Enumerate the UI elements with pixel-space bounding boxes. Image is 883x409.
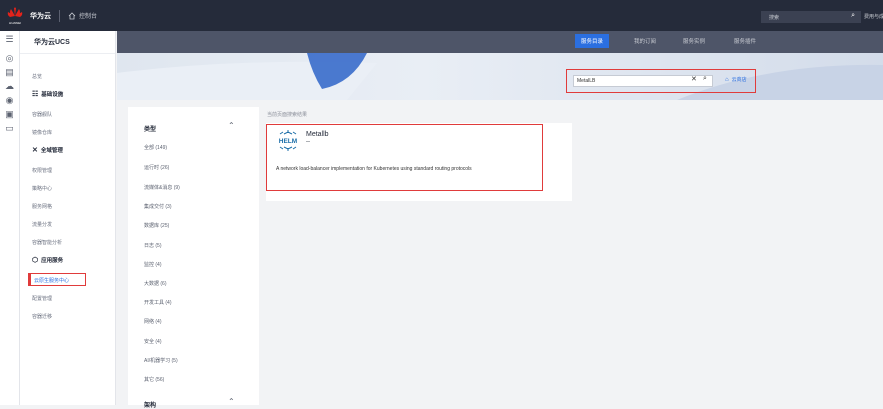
active-indicator bbox=[29, 274, 31, 285]
huawei-logo[interactable]: HUAWEI bbox=[6, 7, 24, 25]
tabs-bar: 服务目录 我的订阅 服务实例 服务插件 bbox=[117, 31, 883, 53]
sidebar-item-config-management[interactable]: 配置管理 bbox=[32, 295, 52, 302]
tab-service-plugins[interactable]: 服务插件 bbox=[734, 37, 756, 45]
tab-service-instances[interactable]: 服务实例 bbox=[683, 37, 705, 45]
sidebar-group-infrastructure[interactable]: ☷ 基础设施 bbox=[32, 90, 63, 98]
service-description: A network load-balancer implementation f… bbox=[276, 166, 472, 172]
sidebar-item-label: 云原生服务中心 bbox=[34, 278, 70, 284]
svg-text:HUAWEI: HUAWEI bbox=[9, 21, 21, 25]
dashboard-icon[interactable]: ◎ bbox=[5, 53, 15, 63]
brand-name[interactable]: 华为云 bbox=[30, 11, 51, 21]
chevron-up-icon[interactable]: ⌃ bbox=[228, 121, 235, 130]
sidebar-group-label: 基础设施 bbox=[41, 92, 64, 98]
filter-option[interactable]: AI/机器学习 (5) bbox=[144, 357, 178, 364]
helm-icon: HELM bbox=[279, 130, 297, 151]
search-value: MetalLB bbox=[577, 78, 596, 84]
filter-option[interactable]: 流媒体&消息 (9) bbox=[144, 184, 180, 191]
cloud-icon[interactable]: ☁ bbox=[5, 81, 15, 91]
document-icon[interactable]: ▤ bbox=[5, 67, 15, 77]
list-icon[interactable]: ▣ bbox=[5, 109, 15, 119]
sidebar-nav: 华为云UCS 总览 ☷ 基础设施 容器舰队 镜像仓库 ✕ 全域管理 权限管理 策… bbox=[20, 31, 116, 405]
banner-decoration bbox=[117, 53, 883, 100]
cross-icon: ✕ bbox=[32, 147, 38, 154]
filter-heading-type: 类型 bbox=[144, 127, 157, 133]
top-bar: HUAWEI 华为云 控制台 搜索 ⌕ 费用与成本 bbox=[0, 0, 883, 31]
service-subtitle: -- bbox=[306, 139, 310, 145]
filter-option[interactable]: 全部 (149) bbox=[144, 144, 167, 151]
hexagon-icon: ⬡ bbox=[32, 257, 39, 264]
sidebar-item-traffic[interactable]: 流量分发 bbox=[32, 221, 52, 228]
monitor-icon[interactable]: ▭ bbox=[5, 123, 15, 133]
filter-option[interactable]: 大数据 (6) bbox=[144, 280, 167, 287]
sidebar-item-fleet[interactable]: 容器舰队 bbox=[32, 111, 52, 118]
sidebar-item-container-insights[interactable]: 容器智能分析 bbox=[32, 239, 62, 246]
icon-rail: ☰ ◎ ▤ ☁ ◉ ▣ ▭ bbox=[0, 31, 20, 405]
filter-option[interactable]: 网络 (4) bbox=[144, 318, 162, 325]
sidebar-title: 华为云UCS bbox=[20, 31, 115, 54]
store-icon: ⌂ bbox=[725, 76, 729, 83]
search-icon[interactable]: ⌕ bbox=[851, 12, 855, 20]
clear-icon[interactable]: ✕ bbox=[691, 75, 697, 83]
home-icon bbox=[68, 11, 76, 19]
sidebar-item-service-mesh[interactable]: 服务网格 bbox=[32, 203, 52, 210]
category-filter-panel: 类型 ⌃ 全部 (149) 运行时 (26) 流媒体&消息 (9) 集成交付 (… bbox=[128, 107, 259, 409]
sidebar-group-label: 应用服务 bbox=[41, 258, 64, 264]
search-banner: MetalLB ✕ ⌕ ⌂ 云商店 bbox=[117, 53, 883, 100]
search-icon[interactable]: ⌕ bbox=[703, 75, 707, 83]
console-label: 控制台 bbox=[79, 14, 98, 20]
tab-my-subscriptions[interactable]: 我的订阅 bbox=[634, 37, 656, 45]
cloud-store-link[interactable]: ⌂ 云商店 bbox=[725, 76, 747, 84]
filter-option[interactable]: 集成交付 (3) bbox=[144, 203, 172, 210]
filter-option[interactable]: 开发工具 (4) bbox=[144, 299, 172, 306]
results-note: 当前页面搜索结果 bbox=[267, 112, 308, 118]
filter-option[interactable]: 数据库 (25) bbox=[144, 222, 169, 229]
filter-option[interactable]: 其它 (56) bbox=[144, 376, 164, 383]
grid-icon: ☷ bbox=[32, 91, 39, 98]
sidebar-group-global-management[interactable]: ✕ 全域管理 bbox=[32, 146, 63, 154]
filter-option[interactable]: 运行时 (26) bbox=[144, 164, 169, 171]
sidebar-item-policy-center[interactable]: 策略中心 bbox=[32, 185, 52, 192]
sidebar-group-app-services[interactable]: ⬡ 应用服务 bbox=[32, 256, 63, 264]
service-name[interactable]: Metallb bbox=[306, 131, 329, 138]
menu-icon[interactable]: ☰ bbox=[5, 34, 15, 44]
sidebar-item-image-repo[interactable]: 镜像仓库 bbox=[32, 129, 52, 136]
sidebar-item-cloud-native-service-center[interactable]: 云原生服务中心 bbox=[28, 273, 86, 286]
tab-service-catalog[interactable]: 服务目录 bbox=[575, 34, 610, 48]
sidebar-item-permissions[interactable]: 权限管理 bbox=[32, 167, 52, 174]
filter-option[interactable]: 日志 (5) bbox=[144, 242, 162, 249]
billing-menu[interactable]: 费用与成本 bbox=[864, 13, 883, 20]
service-card[interactable]: HELM Metallb -- A network load-balancer … bbox=[266, 123, 572, 201]
filter-option[interactable]: 安全 (4) bbox=[144, 338, 162, 345]
global-search-input[interactable]: 搜索 ⌕ bbox=[761, 11, 861, 23]
sidebar-item-overview[interactable]: 总览 bbox=[32, 73, 42, 80]
global-search-placeholder: 搜索 bbox=[769, 14, 780, 21]
sidebar-group-label: 全域管理 bbox=[40, 148, 63, 154]
store-label: 云商店 bbox=[731, 77, 747, 83]
svg-text:HELM: HELM bbox=[279, 138, 297, 145]
search-highlight: MetalLB ✕ ⌕ ⌂ 云商店 bbox=[566, 69, 756, 93]
filter-option[interactable]: 监控 (4) bbox=[144, 261, 162, 268]
sidebar-item-migration[interactable]: 容器迁移 bbox=[32, 313, 52, 320]
console-link[interactable]: 控制台 bbox=[68, 11, 97, 20]
target-icon[interactable]: ◉ bbox=[5, 95, 15, 105]
divider bbox=[59, 9, 60, 22]
